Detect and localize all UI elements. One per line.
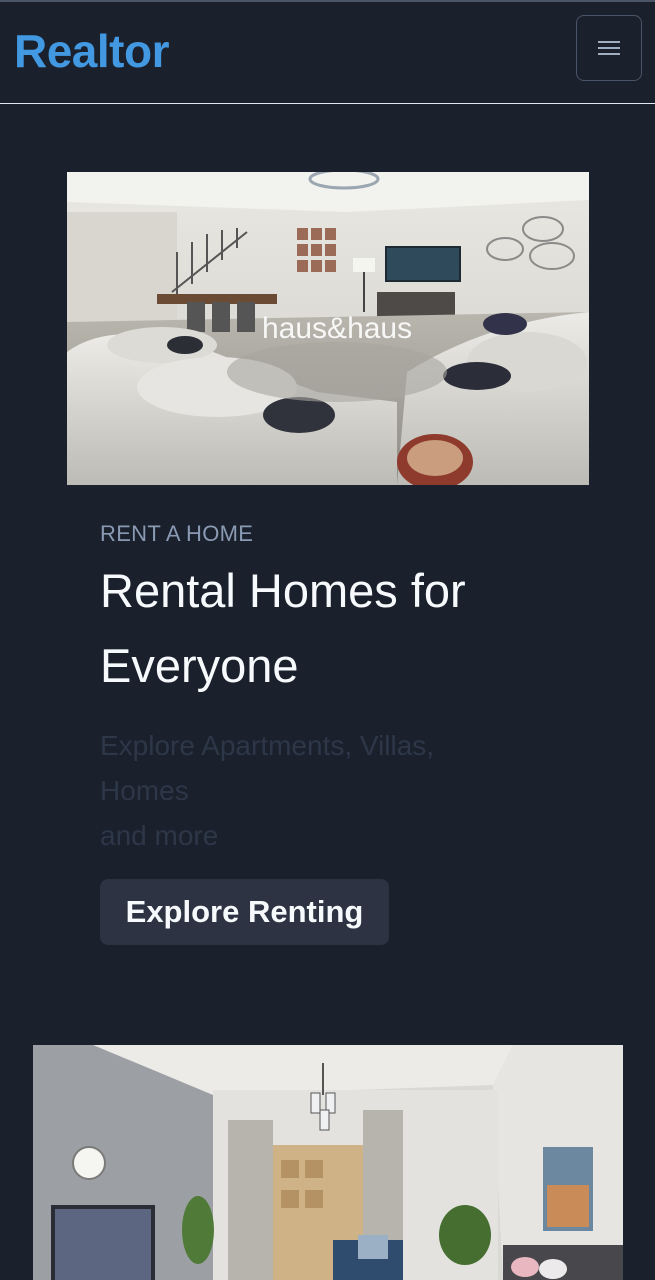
- hero-subtext-line: Homes: [100, 775, 189, 806]
- second-room-image: [33, 1045, 623, 1280]
- watermark-text: haus&haus: [262, 312, 412, 345]
- hero-living-room-image: haus&haus: [67, 172, 589, 485]
- hero-subtext-line: and more: [100, 820, 219, 851]
- navbar: Realtor: [0, 2, 655, 104]
- hero-subtext-line: Explore Apartments, Villas,: [100, 730, 435, 761]
- menu-toggle-button[interactable]: [576, 15, 642, 81]
- brand-logo[interactable]: Realtor: [14, 24, 169, 78]
- section-eyebrow: RENT A HOME: [100, 521, 254, 546]
- hamburger-menu-icon: [598, 41, 620, 55]
- hero-headline: Rental Homes for Everyone: [100, 564, 466, 692]
- hero-subtext: Explore Apartments, Villas, Homes and mo…: [100, 723, 520, 858]
- explore-renting-button[interactable]: Explore Renting: [100, 879, 389, 945]
